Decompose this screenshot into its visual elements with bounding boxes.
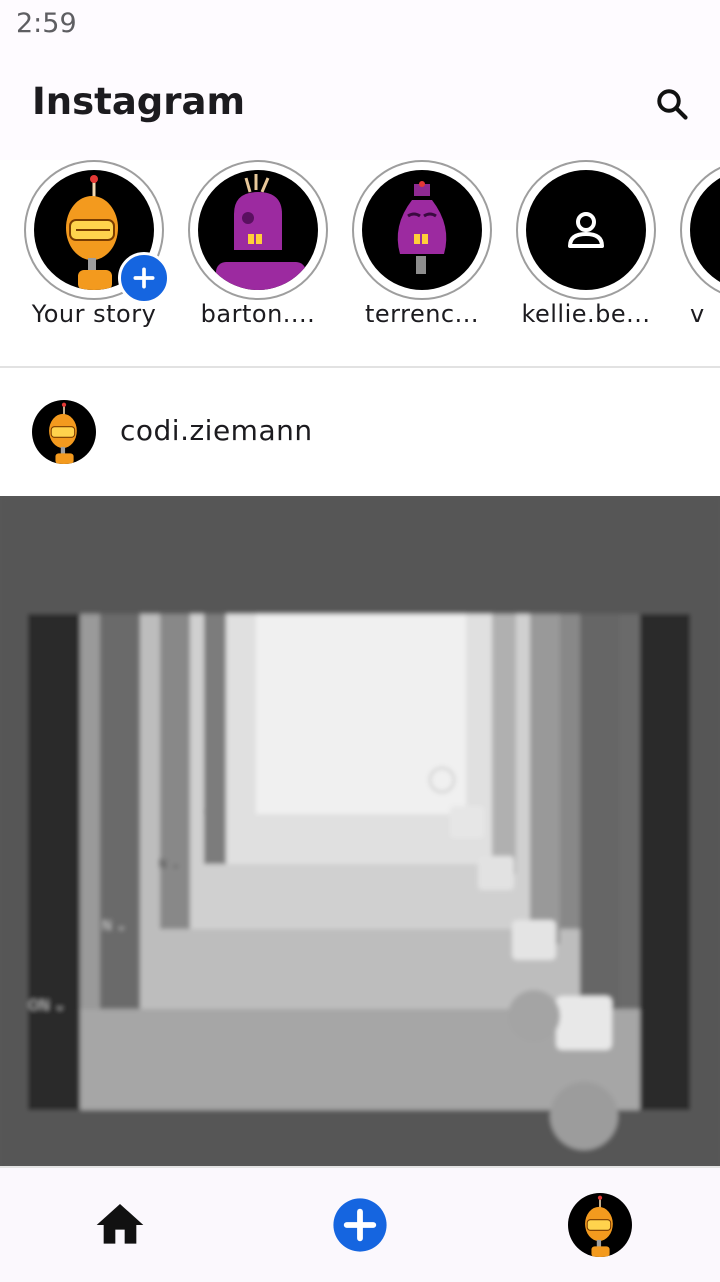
app-title: Instagram — [32, 80, 246, 123]
post-image[interactable]: N ⌄ · · N ⌄ ON ⌄ — [0, 496, 720, 1166]
story-kellie[interactable]: kellie.be... — [516, 160, 656, 340]
story-label: kellie.be... — [521, 300, 651, 328]
status-time: 2:59 — [16, 8, 77, 39]
story-avatar — [198, 170, 318, 290]
nav-home[interactable] — [0, 1168, 240, 1282]
svg-text:ON ⌄: ON ⌄ — [28, 998, 66, 1014]
svg-text:N ⌄: N ⌄ — [102, 919, 127, 934]
story-avatar — [526, 170, 646, 290]
purple-robot-avatar — [216, 174, 306, 290]
add-circle-icon — [333, 1198, 387, 1252]
person-outline-icon — [568, 212, 604, 248]
svg-text:N ⌄: N ⌄ — [158, 857, 181, 871]
post-image-content: N ⌄ · · N ⌄ ON ⌄ — [0, 496, 720, 1166]
story-label: terrenc... — [364, 300, 480, 328]
app-bar: Instagram — [0, 52, 720, 160]
post-header: codi.ziemann — [0, 368, 720, 496]
stories-row: Your story barton.... terrenc... kellie.… — [0, 160, 720, 366]
story-label: Your story — [31, 300, 157, 328]
home-icon — [96, 1204, 144, 1244]
story-barton[interactable]: barton.... — [188, 160, 328, 340]
story-partial[interactable]: v — [680, 160, 720, 340]
profile-avatar — [568, 1193, 632, 1257]
nav-add[interactable] — [240, 1168, 480, 1282]
bottom-nav — [0, 1166, 720, 1282]
story-avatar — [362, 170, 482, 290]
search-icon — [657, 89, 688, 120]
plus-icon — [133, 267, 155, 289]
story-label: barton.... — [200, 300, 316, 328]
orange-robot-avatar — [49, 402, 77, 464]
purple-robot-hat-avatar — [397, 181, 447, 274]
add-story-button[interactable] — [118, 252, 170, 304]
svg-text:· ·: · · — [202, 805, 213, 819]
story-label: v — [690, 300, 705, 328]
story-terrenc[interactable]: terrenc... — [352, 160, 492, 340]
post-avatar[interactable] — [32, 400, 96, 464]
search-button[interactable] — [644, 76, 700, 132]
story-your-story[interactable]: Your story — [24, 160, 170, 340]
status-bar: 2:59 — [0, 0, 720, 52]
post-username[interactable]: codi.ziemann — [120, 414, 313, 447]
nav-profile[interactable] — [480, 1168, 720, 1282]
orange-robot-avatar — [585, 1195, 613, 1257]
